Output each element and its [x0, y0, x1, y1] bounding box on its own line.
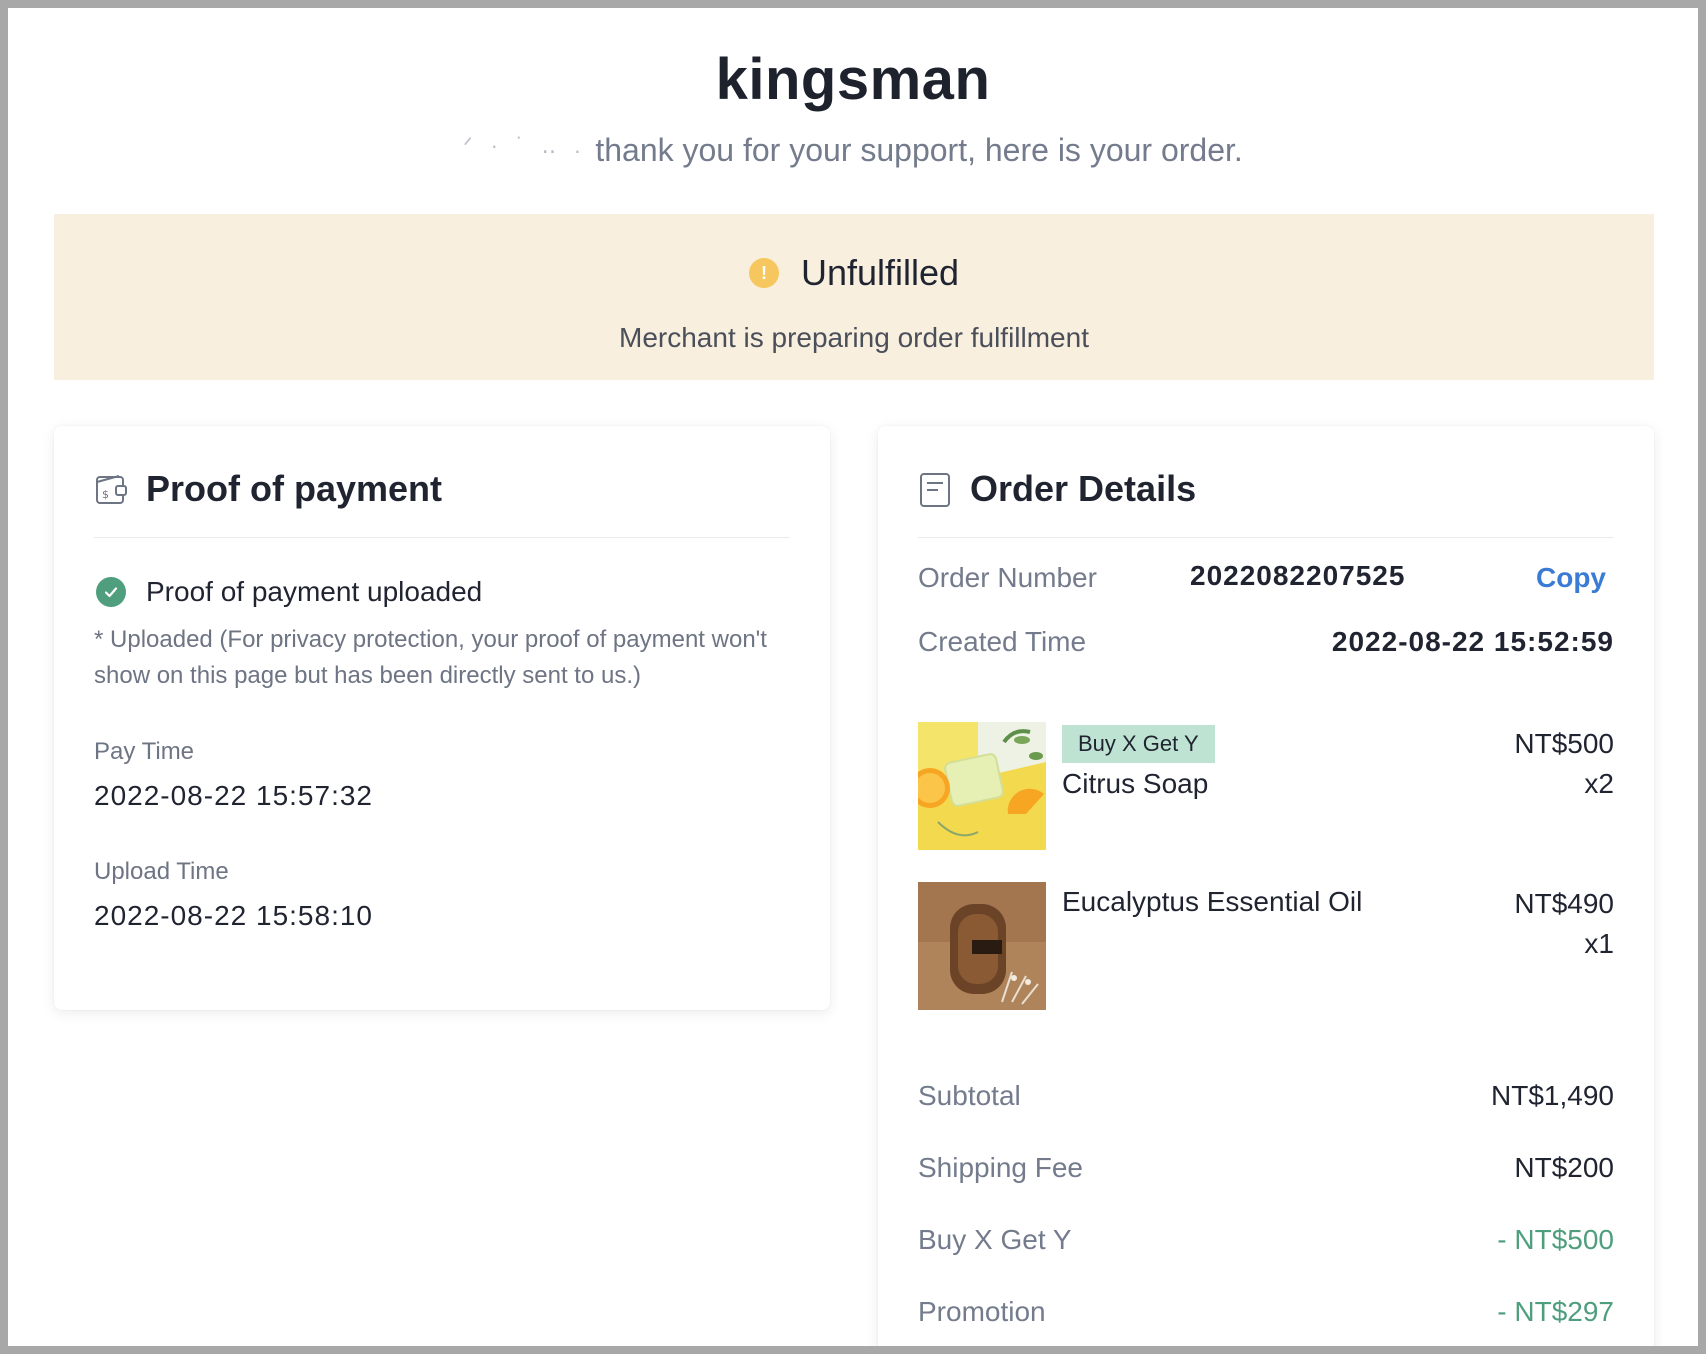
- privacy-note: * Uploaded (For privacy protection, your…: [94, 626, 767, 689]
- pay-time-value: 2022-08-22 15:57:32: [94, 780, 373, 811]
- shipping-fee-value: NT$200: [1514, 1152, 1614, 1183]
- check-circle-icon: [96, 577, 126, 607]
- subtotal-row: Subtotal NT$1,490: [918, 1080, 1614, 1112]
- product-quantity: x1: [1584, 928, 1614, 959]
- buy-x-get-y-value: - NT$500: [1497, 1224, 1614, 1255]
- promotion-tag: Buy X Get Y: [1062, 725, 1215, 763]
- wallet-icon: $: [96, 475, 127, 504]
- status-banner: ! Unfulfilled Merchant is preparing orde…: [54, 214, 1654, 380]
- store-name: kingsman: [715, 47, 991, 112]
- order-page: kingsman ᐟ · ˙ ‥ . thank you for your su…: [8, 8, 1698, 1346]
- card-header: $ Proof of payment: [94, 468, 790, 538]
- copy-button[interactable]: Copy: [1536, 562, 1606, 594]
- receipt-icon: [920, 473, 950, 507]
- status-title: Unfulfilled: [800, 252, 960, 293]
- masked-customer-name: ᐟ · ˙ ‥ .: [463, 133, 587, 158]
- proof-of-payment-card: $ Proof of payment Proof of payment uplo…: [54, 426, 830, 1010]
- product-name: Eucalyptus Essential Oil: [1062, 886, 1363, 917]
- greeting-text: ᐟ · ˙ ‥ . thank you for your support, he…: [8, 132, 1698, 169]
- card-header: Order Details: [918, 468, 1614, 538]
- buy-x-get-y-label: Buy X Get Y: [918, 1224, 1072, 1255]
- product-price: NT$500: [1514, 728, 1614, 759]
- created-time-value: 2022-08-22 15:52:59: [1331, 626, 1614, 657]
- upload-time-label: Upload Time: [94, 858, 229, 885]
- promotion-row: Promotion - NT$297: [918, 1296, 1614, 1328]
- line-item: Eucalyptus Essential Oil NT$490 x1: [918, 882, 1614, 1010]
- product-name: Citrus Soap: [1062, 768, 1209, 799]
- created-time-label: Created Time: [918, 626, 1087, 657]
- shipping-fee-row: Shipping Fee NT$200: [918, 1152, 1614, 1184]
- buy-x-get-y-row: Buy X Get Y - NT$500: [918, 1224, 1614, 1256]
- promotion-label: Promotion: [918, 1296, 1046, 1327]
- proof-of-payment-title: Proof of payment: [146, 468, 443, 509]
- promotion-value: - NT$297: [1497, 1296, 1614, 1327]
- order-number-value: 2022082207525: [1190, 560, 1406, 591]
- upload-status-row: Proof of payment uploaded: [96, 576, 482, 608]
- status-subtitle: Merchant is preparing order fulfillment: [619, 322, 1089, 353]
- svg-text:$: $: [102, 488, 109, 501]
- subtotal-value: NT$1,490: [1491, 1080, 1614, 1111]
- created-time-row: Created Time 2022-08-22 15:52:59: [918, 626, 1614, 658]
- order-number-label: Order Number: [918, 562, 1097, 593]
- product-price: NT$490: [1514, 888, 1614, 919]
- pay-time-label: Pay Time: [94, 738, 195, 765]
- line-item: Buy X Get Y Citrus Soap NT$500 x2: [918, 722, 1614, 850]
- greeting-message: thank you for your support, here is your…: [595, 132, 1243, 168]
- subtotal-label: Subtotal: [918, 1080, 1021, 1111]
- order-details-card: Order Details Order Number 2022082207525…: [878, 426, 1654, 1346]
- product-quantity: x2: [1584, 768, 1614, 799]
- product-image-citrus-soap[interactable]: [918, 722, 1046, 850]
- shipping-fee-label: Shipping Fee: [918, 1152, 1084, 1183]
- order-details-title: Order Details: [970, 468, 1197, 509]
- upload-time-value: 2022-08-22 15:58:10: [94, 900, 373, 931]
- product-image-eucalyptus-oil[interactable]: [918, 882, 1046, 1010]
- exclamation-icon: !: [748, 258, 779, 288]
- upload-status-text: Proof of payment uploaded: [146, 576, 483, 607]
